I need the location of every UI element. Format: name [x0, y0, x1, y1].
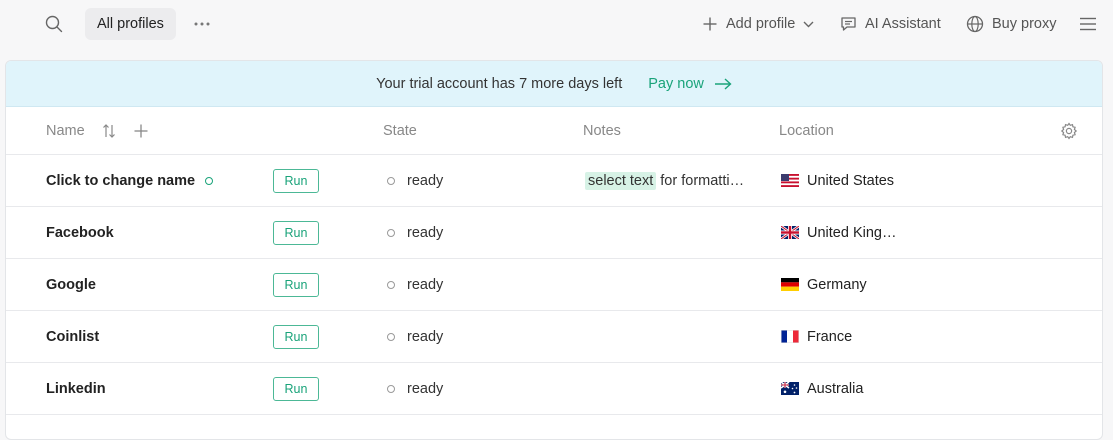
top-bar: All profiles Add profile AI Assistant Bu…	[0, 0, 1113, 48]
plus-icon	[703, 17, 717, 31]
profile-location: Australia	[807, 380, 864, 397]
sort-icon	[103, 124, 115, 138]
notes-text: for formatti…	[660, 172, 745, 189]
state-dot-icon	[387, 176, 395, 185]
flag-fr-icon	[781, 330, 799, 343]
profile-name[interactable]: Click to change name	[46, 173, 195, 189]
table-row[interactable]: Click to change name Run ready select te…	[6, 155, 1102, 207]
flag-de-icon	[781, 278, 799, 291]
column-header-state[interactable]: State	[383, 107, 417, 155]
plus-icon	[134, 124, 148, 138]
run-button[interactable]: Run	[273, 272, 319, 297]
table-row[interactable]: Coinlist Run ready France	[6, 311, 1102, 363]
pay-now-link[interactable]: Pay now	[648, 76, 732, 92]
profile-state: ready	[407, 172, 444, 189]
arrow-right-icon	[714, 77, 732, 90]
profiles-card: Your trial account has 7 more days left …	[5, 60, 1103, 440]
add-column-button[interactable]	[133, 107, 149, 155]
sort-button[interactable]	[102, 107, 116, 155]
ai-assistant-button[interactable]: AI Assistant	[840, 8, 941, 40]
gear-icon	[1060, 122, 1078, 140]
state-dot-icon	[387, 228, 395, 237]
profile-state: ready	[407, 276, 444, 293]
profile-name[interactable]: Linkedin	[46, 381, 106, 397]
pay-now-label: Pay now	[648, 75, 704, 92]
add-profile-button[interactable]: Add profile	[702, 8, 814, 40]
state-dot-icon	[387, 332, 395, 341]
globe-icon	[966, 15, 984, 33]
table-row[interactable]: Google Run ready Germany	[6, 259, 1102, 311]
profile-name[interactable]: Google	[46, 277, 96, 293]
hamburger-icon	[1080, 17, 1096, 31]
profile-state: ready	[407, 380, 444, 397]
ellipsis-icon	[194, 22, 210, 26]
chat-icon	[841, 17, 856, 31]
column-header-notes[interactable]: Notes	[583, 107, 621, 155]
run-button[interactable]: Run	[273, 376, 319, 401]
add-profile-label: Add profile	[726, 16, 796, 32]
flag-us-icon	[781, 174, 799, 187]
profile-name[interactable]: Coinlist	[46, 329, 99, 345]
notes-highlight: select text	[585, 171, 657, 190]
table-settings-button[interactable]	[1060, 107, 1078, 155]
ai-assistant-label: AI Assistant	[865, 16, 941, 32]
table-row[interactable]: Facebook Run ready United King…	[6, 207, 1102, 259]
table-row[interactable]: Linkedin Run ready Australia	[6, 363, 1102, 415]
column-header-location[interactable]: Location	[779, 107, 834, 155]
profile-name[interactable]: Facebook	[46, 225, 114, 241]
table-header: Name State Notes Location	[6, 107, 1102, 155]
trial-banner: Your trial account has 7 more days left …	[6, 61, 1102, 107]
profile-location: United King…	[807, 224, 897, 241]
profile-location: France	[807, 328, 853, 345]
chevron-down-icon	[803, 21, 814, 27]
more-button[interactable]	[190, 8, 214, 40]
profile-location: United States	[807, 172, 895, 189]
menu-button[interactable]	[1076, 8, 1100, 40]
status-dot-icon	[205, 176, 214, 185]
run-button[interactable]: Run	[273, 324, 319, 349]
flag-gb-icon	[781, 226, 799, 239]
buy-proxy-label: Buy proxy	[992, 16, 1057, 32]
column-header-name[interactable]: Name	[46, 107, 85, 155]
buy-proxy-button[interactable]: Buy proxy	[966, 8, 1056, 40]
profile-state: ready	[407, 224, 444, 241]
profile-state: ready	[407, 328, 444, 345]
search-icon	[45, 15, 63, 33]
run-button[interactable]: Run	[273, 168, 319, 193]
profile-location: Germany	[807, 276, 867, 293]
state-dot-icon	[387, 384, 395, 393]
state-dot-icon	[387, 280, 395, 289]
profile-notes[interactable]: select text for formatti…	[585, 155, 744, 206]
tab-all-profiles[interactable]: All profiles	[85, 8, 176, 40]
trial-message: Your trial account has 7 more days left	[376, 75, 623, 92]
flag-au-icon	[781, 382, 799, 395]
search-button[interactable]	[40, 8, 68, 40]
run-button[interactable]: Run	[273, 220, 319, 245]
tab-all-profiles-label: All profiles	[97, 16, 164, 32]
